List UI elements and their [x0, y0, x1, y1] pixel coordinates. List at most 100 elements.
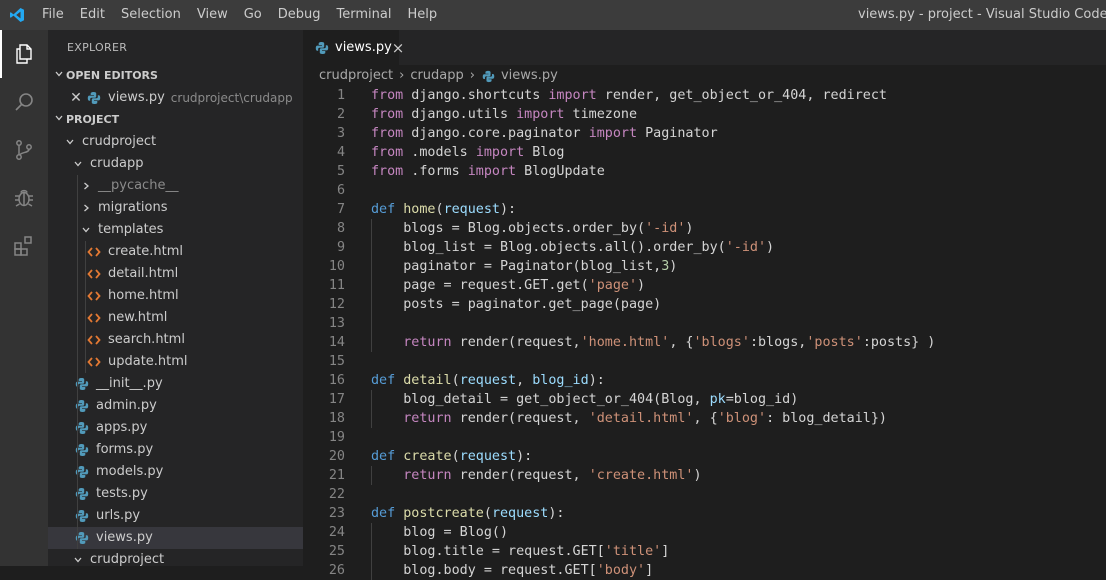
- tree-folder[interactable]: templates: [48, 219, 303, 241]
- code-line: 16 def detail(request, blog_id):: [303, 371, 1106, 390]
- code-text: page = request.GET.get('page'): [371, 276, 645, 295]
- chevron-down-icon: [70, 555, 86, 565]
- python-file-icon: [315, 40, 329, 56]
- code-token: 'blogs': [693, 335, 750, 350]
- indent-guide: [77, 395, 78, 417]
- tree-file[interactable]: create.html: [48, 241, 303, 263]
- menu-debug[interactable]: Debug: [270, 0, 329, 30]
- tree-file[interactable]: apps.py: [48, 417, 303, 439]
- code-line: 26 blog.body = request.GET['body']: [303, 561, 1106, 580]
- tree-file[interactable]: update.html: [48, 351, 303, 373]
- tree-item-label: crudproject: [90, 552, 165, 566]
- code-line: 20 def create(request):: [303, 447, 1106, 466]
- html-file-icon: [86, 244, 102, 260]
- debug-icon[interactable]: [0, 174, 48, 222]
- indent-guide: [371, 295, 372, 314]
- tree-file[interactable]: home.html: [48, 285, 303, 307]
- tab-views-py[interactable]: views.py ×: [303, 30, 404, 65]
- menu-go[interactable]: Go: [236, 0, 270, 30]
- indent-guide: [371, 333, 372, 352]
- code-text: from django.utils import timezone: [371, 105, 637, 124]
- close-icon[interactable]: ✕: [68, 87, 84, 109]
- menu-file[interactable]: File: [34, 0, 72, 30]
- open-editors-header[interactable]: OPEN EDITORS: [48, 65, 303, 87]
- code-token: blog_list = Blog.objects.all().order_by(: [371, 240, 726, 255]
- explorer-sidebar: EXPLORER OPEN EDITORS ✕ views.py crudpro…: [48, 30, 303, 566]
- code-line: 1 from django.shortcuts import render, ge…: [303, 86, 1106, 105]
- code-token: blog.body = request.GET[: [371, 563, 597, 578]
- indent-guide: [371, 219, 372, 238]
- code-token: import: [516, 107, 565, 122]
- tree-file[interactable]: forms.py: [48, 439, 303, 461]
- open-editor-item[interactable]: ✕ views.py crudproject\crudapp: [48, 87, 303, 109]
- breadcrumb-item[interactable]: views.py: [501, 65, 558, 87]
- tree-file[interactable]: admin.py: [48, 395, 303, 417]
- tree-item-label: new.html: [108, 310, 168, 325]
- code-text: from django.shortcuts import render, get…: [371, 86, 887, 105]
- tree-item-label: admin.py: [96, 398, 157, 413]
- close-icon[interactable]: ×: [392, 39, 405, 57]
- menu-selection[interactable]: Selection: [113, 0, 189, 30]
- title-bar: File Edit Selection View Go Debug Terminal Help…: [0, 0, 1106, 30]
- code-token: request: [491, 506, 549, 521]
- code-token: from: [371, 145, 404, 160]
- tree-file[interactable]: detail.html: [48, 263, 303, 285]
- tree-item-label: urls.py: [96, 508, 141, 523]
- tree-file[interactable]: tests.py: [48, 483, 303, 505]
- tree-folder[interactable]: crudapp: [48, 153, 303, 175]
- tree-file[interactable]: models.py: [48, 461, 303, 483]
- tree-file[interactable]: new.html: [48, 307, 303, 329]
- tab-bar: views.py ×: [303, 30, 1106, 65]
- menu-edit[interactable]: Edit: [72, 0, 113, 30]
- code-token: 'posts': [806, 335, 863, 350]
- project-header[interactable]: PROJECT: [48, 109, 303, 131]
- tree-folder[interactable]: migrations: [48, 197, 303, 219]
- code-editor[interactable]: 1 from django.shortcuts import render, ge…: [303, 86, 1106, 580]
- tree-file[interactable]: search.html: [48, 329, 303, 351]
- tree-folder[interactable]: crudproject: [48, 131, 303, 153]
- tree-file[interactable]: __init__.py: [48, 373, 303, 395]
- search-icon[interactable]: [0, 78, 48, 126]
- open-editor-filename: views.py: [108, 90, 165, 105]
- code-text: return render(request, 'create.html'): [371, 466, 702, 485]
- menu-help[interactable]: Help: [399, 0, 445, 30]
- code-token: postcreate: [403, 506, 484, 521]
- code-token: 'blog': [717, 411, 767, 426]
- code-token: blog.title = request.GET[: [371, 544, 605, 559]
- code-token: blog_detail = get_object_or_404(Blog,: [371, 392, 710, 407]
- breadcrumb-item[interactable]: crudproject: [319, 65, 393, 87]
- code-line: 13: [303, 314, 1106, 333]
- code-token: def: [371, 202, 396, 217]
- tree-item-label: crudapp: [90, 156, 144, 171]
- line-number: 8: [336, 221, 345, 236]
- tree-item-label: crudproject: [82, 134, 157, 149]
- source-control-icon[interactable]: [0, 126, 48, 174]
- code-token: import: [467, 164, 517, 179]
- menu-terminal[interactable]: Terminal: [329, 0, 400, 30]
- code-token: from: [371, 126, 404, 141]
- chevron-right-icon: ›: [399, 68, 405, 83]
- breadcrumb-item[interactable]: crudapp: [410, 65, 463, 87]
- chevron-down-icon: [62, 137, 78, 147]
- extensions-icon[interactable]: [0, 222, 48, 270]
- tree-folder[interactable]: __pycache__: [48, 175, 303, 197]
- code-text: from .forms import BlogUpdate: [371, 162, 605, 181]
- html-file-icon: [86, 354, 102, 370]
- tree-file[interactable]: views.py: [48, 527, 303, 549]
- tree-file[interactable]: urls.py: [48, 505, 303, 527]
- code-token: ): [685, 221, 694, 236]
- code-token: render(request,: [451, 411, 589, 426]
- line-number: 7: [336, 202, 345, 217]
- indent-guide: [77, 307, 78, 329]
- code-token: '-id': [645, 221, 686, 236]
- code-token: .forms: [403, 164, 468, 179]
- explorer-icon[interactable]: [0, 30, 48, 78]
- line-number: 21: [328, 468, 345, 483]
- code-token: return: [403, 411, 452, 426]
- line-number: 15: [328, 354, 345, 369]
- sidebar-title: EXPLORER: [67, 41, 128, 54]
- tree-folder[interactable]: crudproject: [48, 549, 303, 566]
- menu-view[interactable]: View: [189, 0, 236, 30]
